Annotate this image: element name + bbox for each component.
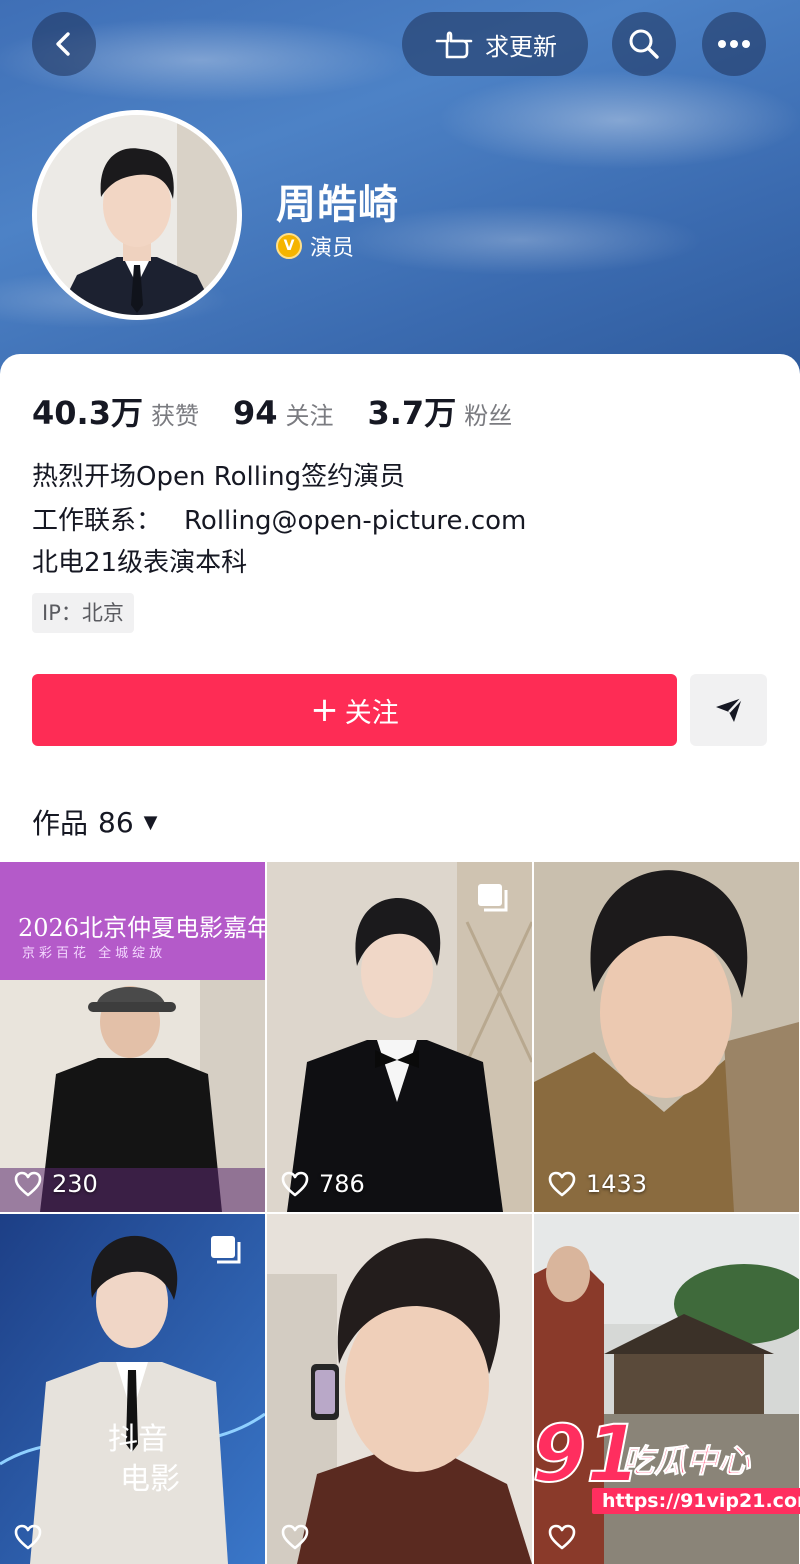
video-thumbnail [267,1214,532,1564]
poster-subtitle: 京彩百花 全城绽放 [22,946,167,961]
send-arrow-icon [715,697,743,722]
works-label: 作品 [32,807,89,840]
heart-icon [14,1171,42,1197]
heart-icon [548,1524,576,1550]
like-count: 1433 [548,1170,647,1198]
works-count: 86 [98,805,134,839]
verified-badge-icon: V [276,233,302,259]
video-tile[interactable]: 786 [267,862,532,1212]
more-button[interactable] [702,12,766,76]
video-thumbnail [534,862,799,1212]
poster-title: 2026北京仲夏电影嘉年华 [18,914,265,942]
profile-stats: 40.3万 获赞 94 关注 3.7万 粉丝 [32,388,546,434]
contact-email[interactable]: Rolling@open-picture.com [184,506,526,536]
like-count-value: 786 [319,1170,365,1198]
search-icon [629,29,659,59]
multi-image-icon [478,884,508,912]
like-count: 786 [281,1170,365,1198]
like-count-value: 1433 [586,1170,648,1198]
chevron-left-icon [56,32,70,56]
verification-label: 演员 [310,236,355,261]
profile-name: 周皓崎 [276,182,399,228]
contact-label: 工作联系： [32,506,163,536]
following-count[interactable]: 94 [233,394,278,432]
verification: V 演员 [276,230,354,262]
site-watermark: 91 吃瓜中心 https://91vip21.com [531,1415,800,1522]
bio-contact: 工作联系： Rolling@open-picture.com [32,500,526,537]
works-tab[interactable]: 作品 86 ▼ [32,802,158,842]
back-button[interactable] [32,12,96,76]
poster-brand-sub: 电影 [120,1462,180,1497]
like-count [548,1524,586,1550]
heart-icon [14,1524,42,1550]
request-update-label: 求更新 [485,32,557,61]
avatar-portrait [37,115,237,315]
more-dots-icon [718,40,750,48]
bio-line-3: 北电21级表演本科 [32,548,248,578]
avatar[interactable] [32,110,242,320]
poster-brand: 抖音 [108,1422,168,1457]
pointing-hand-icon [435,31,473,59]
likes-label[interactable]: 获赞 [151,396,199,431]
share-button[interactable] [690,674,767,746]
heart-icon [281,1171,309,1197]
video-tile[interactable]: 1433 [534,862,799,1212]
video-thumbnail [0,1214,265,1564]
video-tile[interactable]: 抖音 电影 [0,1214,265,1564]
watermark-url: https://91vip21.com [592,1488,800,1514]
plus-icon: + [310,690,339,730]
followers-count[interactable]: 3.7万 [368,388,457,434]
multi-image-icon [211,1236,241,1264]
heart-icon [548,1171,576,1197]
likes-count[interactable]: 40.3万 [32,388,143,434]
follow-label: 关注 [344,697,399,729]
video-tile[interactable]: 2026北京仲夏电影嘉年华 京彩百花 全城绽放 230 [0,862,265,1212]
watermark-text: 吃瓜中心 [621,1442,751,1481]
request-update-button[interactable]: 求更新 [402,12,588,76]
bio-line-1: 热烈开场Open Rolling签约演员 [32,462,406,492]
ip-location-tag: IP：北京 [32,593,134,633]
followers-label[interactable]: 粉丝 [464,396,512,431]
video-tile[interactable] [267,1214,532,1564]
search-button[interactable] [612,12,676,76]
like-count [14,1524,52,1550]
like-count-value: 230 [52,1170,98,1198]
like-count: 230 [14,1170,98,1198]
video-thumbnail [267,862,532,1212]
like-count [281,1524,319,1550]
follow-button[interactable]: + 关注 [32,674,677,746]
following-label[interactable]: 关注 [286,396,334,431]
caret-down-icon: ▼ [143,811,158,833]
heart-icon [281,1524,309,1550]
